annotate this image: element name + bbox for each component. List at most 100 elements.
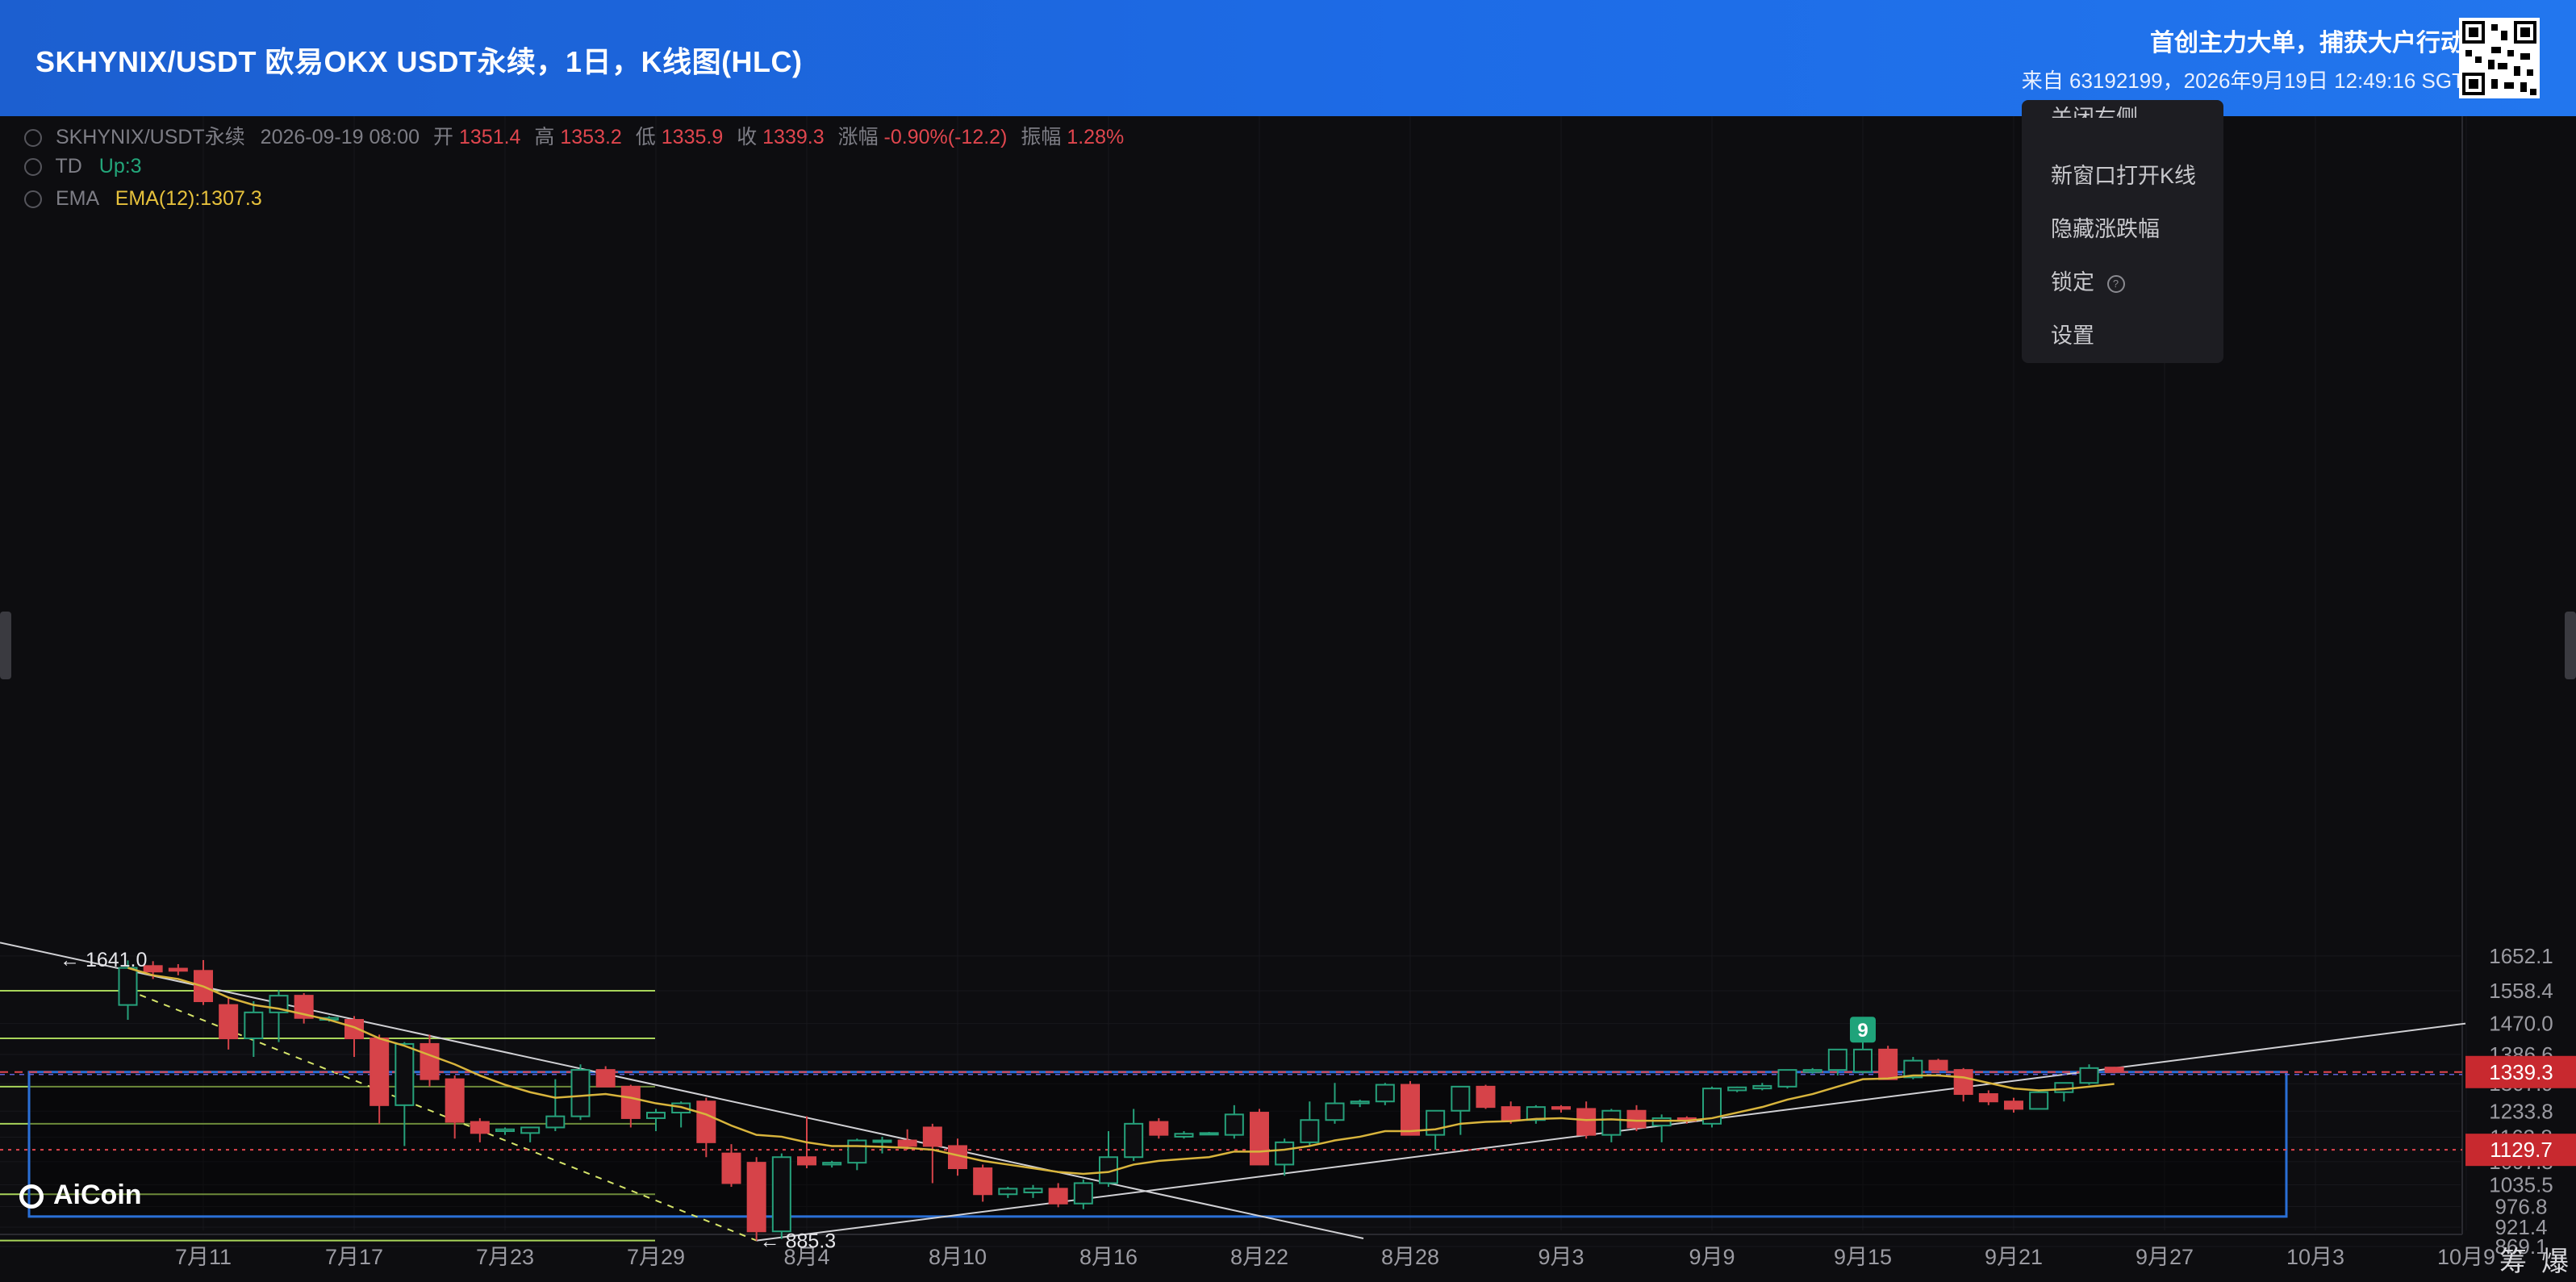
legend-high-label: 高 <box>534 126 555 148</box>
candle-body <box>1149 1121 1169 1136</box>
candle-body <box>420 1042 440 1080</box>
menu-settings[interactable]: 设置 <box>2051 318 2094 349</box>
td-name: TD <box>55 155 82 177</box>
legend-low: 1335.9 <box>661 126 724 148</box>
current-price-tag-label: 1339.3 <box>2489 1060 2553 1084</box>
menu-close-right[interactable]: 关闭右侧 <box>2051 100 2138 118</box>
candle-body <box>445 1078 465 1123</box>
candle[interactable] <box>1199 1131 1219 1136</box>
side-chip-label[interactable]: 筹 <box>2499 1239 2527 1279</box>
ema-name: EMA <box>55 187 98 210</box>
candle[interactable] <box>2104 1067 2124 1074</box>
candle-body <box>118 967 138 1006</box>
ema-legend: EMA EMA(12):1307.3 <box>24 187 262 211</box>
legend-symbol: SKHYNIX/USDT永续 <box>55 126 245 148</box>
td-value: Up:3 <box>98 155 142 177</box>
candle-body <box>1250 1112 1269 1166</box>
candle-body <box>244 1011 264 1040</box>
candle-body <box>595 1069 616 1088</box>
candle-body <box>746 1162 766 1233</box>
range-box-rect <box>27 1071 2288 1218</box>
candle-body <box>219 1004 239 1040</box>
context-menu: 关闭右侧 新窗口打开K线 隐藏涨跌幅 锁定 ? 设置 <box>2022 100 2223 363</box>
legend-datetime: 2026-09-19 08:00 <box>260 126 420 148</box>
candle[interactable] <box>2079 1064 2099 1085</box>
candle[interactable] <box>1250 1109 1269 1166</box>
candle-body <box>872 1139 892 1143</box>
candle-body <box>646 1112 666 1119</box>
y-tick-label: 1035.5 <box>2489 1173 2553 1197</box>
y-tick-label: 1558.4 <box>2489 979 2553 1003</box>
candle[interactable] <box>1476 1084 1496 1109</box>
candle-body <box>1928 1059 1948 1071</box>
eye-icon[interactable] <box>24 129 42 148</box>
y-tick-label: 1233.8 <box>2489 1099 2553 1123</box>
candle-body <box>721 1152 741 1184</box>
candle-body <box>1878 1048 1898 1080</box>
candle[interactable] <box>1375 1083 1395 1105</box>
candle-body <box>822 1162 842 1166</box>
td-count-label: 9 <box>1857 1020 1868 1042</box>
high-point-label: ← 1641.0 <box>60 949 147 971</box>
legend-change-label: 涨幅 <box>837 126 879 148</box>
right-collapse-handle[interactable] <box>2565 612 2576 679</box>
candle-body <box>1401 1084 1420 1136</box>
candle-body <box>922 1126 942 1147</box>
legend-close: 1339.3 <box>762 126 825 148</box>
low-point-label: ← 885.3 <box>760 1230 837 1253</box>
candle-body <box>620 1085 641 1119</box>
candle-body <box>1827 1048 1847 1071</box>
candle-body <box>1601 1109 1622 1136</box>
marked-price-tag-label: 1129.7 <box>2490 1138 2553 1162</box>
x-tick-label: 7月23 <box>476 1245 534 1269</box>
candle[interactable] <box>570 1064 591 1121</box>
candle-body <box>2054 1082 2074 1093</box>
candle-body <box>1023 1188 1043 1193</box>
candle[interactable] <box>595 1066 616 1088</box>
menu-lock-label: 锁定 <box>2051 270 2094 294</box>
candle[interactable] <box>1702 1086 1722 1128</box>
menu-open-new-window[interactable]: 新窗口打开K线 <box>2051 158 2196 190</box>
candle[interactable] <box>1777 1069 1797 1089</box>
candle-body <box>1853 1048 1873 1073</box>
candle-body <box>1073 1182 1093 1205</box>
candle-body <box>998 1188 1018 1196</box>
marked-price-tag: 1129.7 <box>2465 1134 2576 1167</box>
candle-body <box>1576 1108 1597 1136</box>
candle-body <box>973 1167 993 1196</box>
candle-body <box>1275 1141 1295 1166</box>
candle-body <box>1777 1069 1797 1088</box>
candle-body <box>1802 1069 1822 1073</box>
candle-body <box>395 1042 415 1106</box>
menu-lock[interactable]: 锁定 ? <box>2051 265 2125 296</box>
candle[interactable] <box>1878 1046 1898 1080</box>
candle[interactable] <box>771 1153 791 1239</box>
candle[interactable] <box>2029 1090 2049 1110</box>
candle-body <box>1626 1109 1647 1129</box>
menu-hide-change[interactable]: 隐藏涨跌幅 <box>2051 211 2160 243</box>
candle-body <box>2029 1091 2049 1110</box>
candle-body <box>369 1038 390 1106</box>
x-tick-label: 9月21 <box>1985 1245 2043 1269</box>
candle[interactable] <box>1401 1080 1420 1136</box>
candle-body <box>1300 1119 1320 1143</box>
help-icon: ? <box>2106 274 2125 293</box>
aicoin-logo-text: AiCoin <box>53 1180 142 1210</box>
legend-change: -0.90%(-12.2) <box>883 126 1008 148</box>
candle-body <box>847 1139 867 1164</box>
candle-body <box>1375 1084 1395 1103</box>
candle[interactable] <box>1928 1059 1948 1071</box>
legend-open: 1351.4 <box>458 126 521 148</box>
current-price-tag: 1339.3 <box>2465 1055 2576 1088</box>
left-collapse-handle[interactable] <box>0 612 11 679</box>
x-tick-label: 10月9 <box>2437 1245 2495 1269</box>
x-tick-label: 8月28 <box>1381 1245 1439 1269</box>
candle-body <box>2079 1067 2099 1084</box>
candle[interactable] <box>1149 1117 1169 1139</box>
candle-body <box>545 1115 566 1129</box>
legend-open-label: 开 <box>433 126 454 148</box>
legend-amplitude-label: 振幅 <box>1021 126 1062 148</box>
side-liquidation-label[interactable]: 爆 <box>2541 1239 2569 1279</box>
candle-body <box>520 1126 541 1134</box>
candle[interactable] <box>746 1157 766 1241</box>
